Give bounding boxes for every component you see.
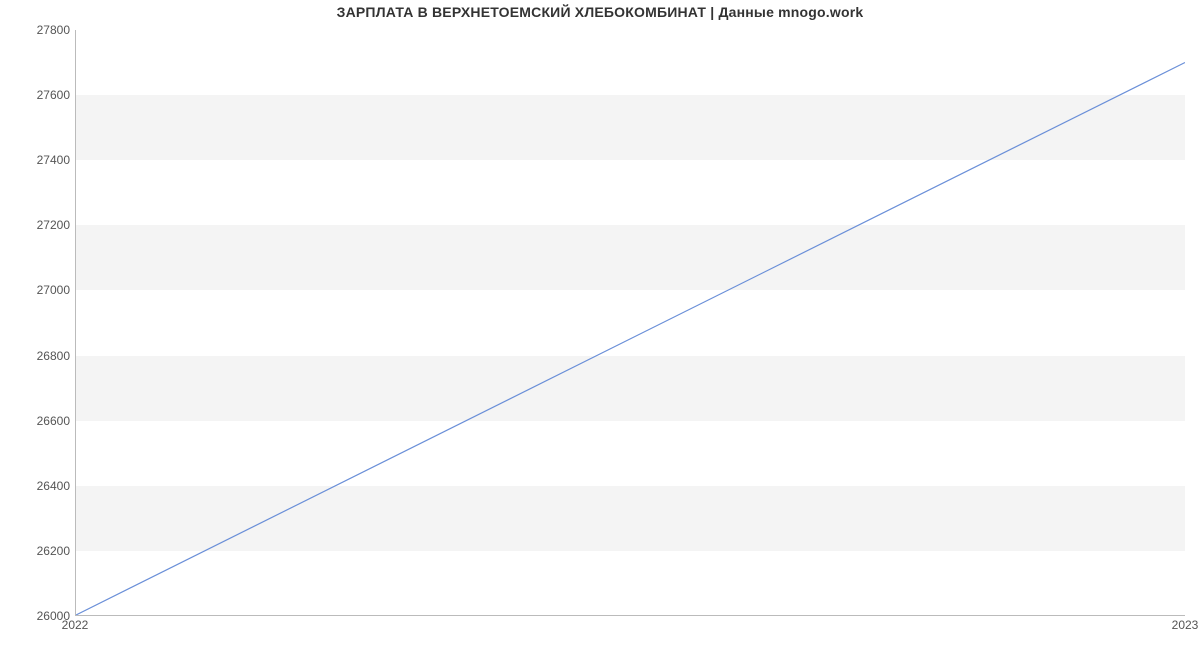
y-tick-label: 26400	[10, 479, 70, 493]
y-tick-label: 27000	[10, 283, 70, 297]
grid-band	[76, 356, 1185, 421]
x-tick-label: 2022	[62, 618, 89, 632]
y-tick-label: 27600	[10, 88, 70, 102]
y-tick-label: 26800	[10, 349, 70, 363]
grid-band	[76, 486, 1185, 551]
line-chart: ЗАРПЛАТА В ВЕРХНЕТОЕМСКИЙ ХЛЕБОКОМБИНАТ …	[0, 0, 1200, 650]
y-tick-label: 26600	[10, 414, 70, 428]
y-tick-label: 27400	[10, 153, 70, 167]
grid-band	[76, 95, 1185, 160]
plot-area	[75, 30, 1185, 616]
y-tick-label: 27200	[10, 218, 70, 232]
chart-title: ЗАРПЛАТА В ВЕРХНЕТОЕМСКИЙ ХЛЕБОКОМБИНАТ …	[0, 4, 1200, 20]
y-tick-label: 26200	[10, 544, 70, 558]
y-tick-label: 27800	[10, 23, 70, 37]
grid-band	[76, 225, 1185, 290]
x-tick-label: 2023	[1172, 618, 1199, 632]
